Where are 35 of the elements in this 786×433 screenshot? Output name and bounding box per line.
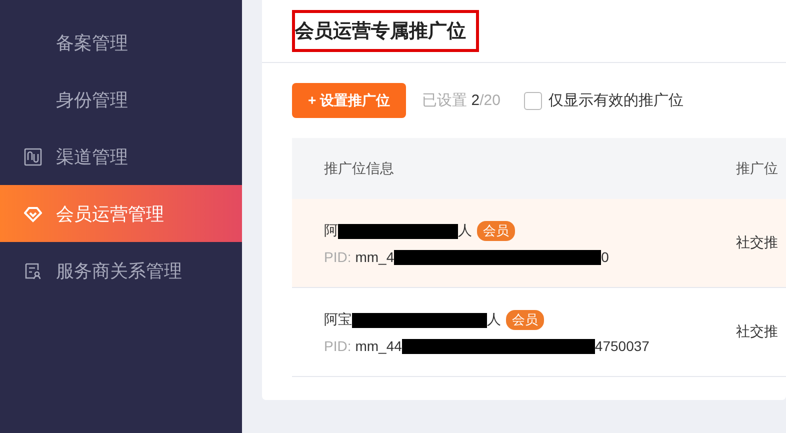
count-text: 已设置 2/20 [422, 91, 500, 110]
name-text: 阿 [324, 222, 338, 240]
name-text: 人 [487, 311, 501, 329]
sidebar-label: 渠道管理 [56, 146, 128, 168]
pid-text: mm_4 [355, 249, 394, 265]
sidebar-label: 服务商关系管理 [56, 260, 182, 282]
member-tag: 会员 [506, 310, 544, 330]
sidebar-item[interactable]: 身份管理 [0, 71, 242, 128]
sidebar-label: 身份管理 [56, 88, 128, 112]
table-row[interactable]: 阿 人 会员 PID: mm_4 0 社交推 [292, 199, 786, 288]
diamond-icon [24, 204, 42, 222]
pid-label: PID: [324, 338, 352, 354]
sidebar-label: 会员运营管理 [56, 202, 164, 226]
checkbox[interactable] [524, 92, 542, 110]
column-header: 推广位信息 [323, 160, 395, 178]
name-text: 人 [458, 222, 472, 240]
sidebar-item[interactable]: 服务商关系管理 [0, 242, 242, 299]
type-cell-text: 社交推 [735, 323, 779, 341]
type-cell-text: 社交推 [735, 234, 779, 252]
pid-text: mm_44 [355, 338, 402, 354]
pid-label: PID: [324, 249, 352, 265]
document-icon [24, 262, 42, 280]
table-row[interactable]: 阿宝 人 会员 PID: mm_44 4750037 社交推 [292, 288, 786, 377]
member-tag: 会员 [477, 221, 515, 241]
channel-icon [24, 148, 42, 166]
sidebar-item[interactable]: 渠道管理 [0, 128, 242, 185]
checkbox-label: 仅显示有效的推广位 [548, 91, 684, 110]
sidebar-item[interactable]: 备案管理 [0, 14, 242, 71]
pid-text: 0 [601, 249, 609, 265]
column-header: 推广位 [735, 160, 779, 178]
pid-text: 4750037 [594, 338, 650, 354]
sidebar-label: 备案管理 [56, 32, 128, 54]
name-text: 阿宝 [324, 311, 352, 329]
sidebar-item[interactable]: 会员运营管理 [0, 185, 242, 242]
page-title: 会员运营专属推广位 [292, 10, 479, 52]
